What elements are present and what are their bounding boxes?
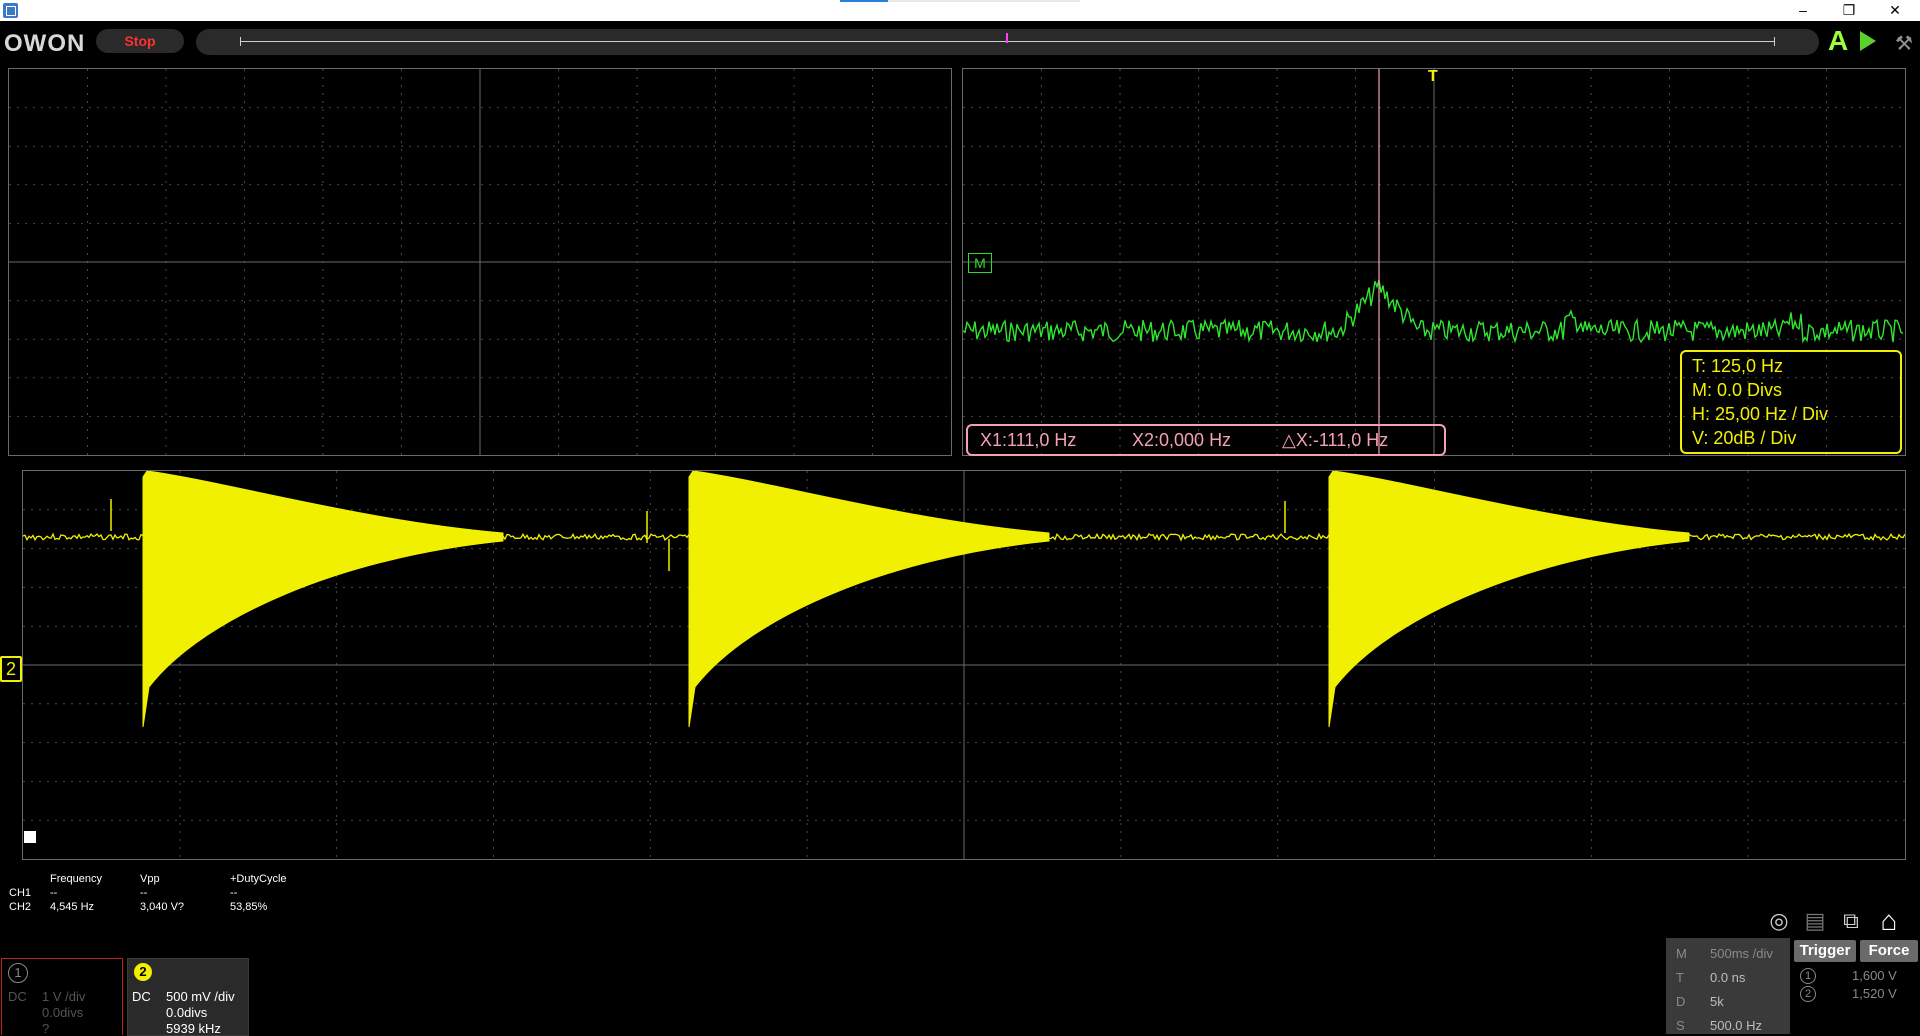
meas-ch1-label: CH1 [9,887,32,899]
fft-info-box: T: 125,0 Hz M: 0.0 Divs H: 25,00 Hz / Di… [1680,350,1902,454]
trigger-level2[interactable]: 1,520 V [1852,986,1897,1001]
fft-vscale: V: 20dB / Div [1692,428,1797,448]
play-icon[interactable] [1860,31,1876,51]
force-trigger-button[interactable]: Force [1860,940,1918,962]
meas-ch1-vpp: -- [140,887,148,899]
cursor-x1: X1:111,0 Hz [980,430,1077,450]
horizontal-m-label: M [1676,946,1687,961]
trigger-level1[interactable]: 1,600 V [1852,968,1897,983]
quick-icons: ◎ ▤ ⧉ ⌂ [1764,902,1920,940]
fft-trigger-marker[interactable]: T [1428,68,1438,86]
screenshot-icon[interactable]: ◎ [1764,906,1794,936]
trigger-position-marker[interactable] [24,831,36,843]
ch2-burst-3 [1328,471,1690,728]
save-icon[interactable]: ▤ [1800,906,1830,936]
xy-panel [8,68,952,456]
ch1-settings[interactable]: 1 DC 1 V /div 0.0divs ? [1,958,123,1036]
ch2-number-badge: 2 [134,963,152,981]
ch2-level-marker[interactable]: 2 [0,656,22,682]
restore-button[interactable]: ❐ [1826,0,1872,21]
ch2-offset: 0.0divs [166,1005,208,1020]
meas-header-frequency: Frequency [50,873,102,885]
ch2-coupling: DC [132,989,151,1004]
window-icon[interactable]: ⧉ [1836,906,1866,936]
ch1-coupling: DC [8,989,27,1004]
fft-trace [963,279,1904,344]
timeline-bar[interactable] [196,29,1819,55]
fft-hscale: H: 25,00 Hz / Div [1692,404,1829,424]
meas-header-duty: +DutyCycle [230,873,287,885]
trigger-settings: Trigger Force 1 1,600 V 2 1,520 V [1792,938,1920,1034]
ch1-offset: 0.0divs [42,1005,84,1020]
ch2-scale: 500 mV /div [166,989,235,1004]
trigger-level1-badge: 1 [1800,968,1816,984]
horizontal-samplerate[interactable]: 500.0 Hz [1710,1018,1762,1033]
waveform-panel [22,470,1906,860]
run-stop-button[interactable]: Stop [96,29,184,53]
measurement-table: Frequency Vpp +DutyCycle CH1 -- -- -- CH… [0,870,400,920]
horizontal-settings[interactable]: M 500ms /div T 0.0 ns D 5k S 500.0 Hz [1666,938,1790,1034]
title-tab-indicator [840,0,1080,2]
ch2-settings[interactable]: 2 DC 500 mV /div 0.0divs 5939 kHz [127,958,249,1036]
ch1-number-badge: 1 [8,963,28,983]
horizontal-d-label: D [1676,994,1686,1009]
math-marker[interactable]: M [968,253,992,273]
horizontal-depth[interactable]: 5k [1710,994,1724,1009]
owon-logo: OWON [4,30,86,57]
ch1-scale: 1 V /div [42,989,86,1004]
meas-ch2-label: CH2 [9,901,32,913]
trigger-button[interactable]: Trigger [1794,940,1856,962]
horizontal-t-label: T [1676,970,1684,985]
horizontal-delay[interactable]: 0.0 ns [1710,970,1745,985]
waveform-grid [23,471,1905,859]
fft-offset: M: 0.0 Divs [1692,380,1783,400]
close-button[interactable]: ✕ [1872,0,1918,21]
home-icon[interactable]: ⌂ [1874,906,1904,936]
wrench-icon[interactable]: ⚒ [1895,31,1913,56]
ch2-burst-2 [688,471,1050,728]
app-icon [3,3,18,18]
cursor-delta: △X:-111,0 Hz [1282,430,1389,450]
trigger-level2-badge: 2 [1800,986,1816,1002]
meas-ch2-frequency: 4,545 Hz [50,901,95,913]
xy-grid [9,69,951,455]
meas-ch1-frequency: -- [50,887,58,899]
timeline-position-marker[interactable] [1006,33,1008,43]
horizontal-s-label: S [1676,1018,1685,1033]
toolbar: OWON Stop A ⚒ [0,21,1920,62]
cursor-readout: X1:111,0 Hz X2:0,000 Hz △X:-111,0 Hz [966,424,1446,456]
minimize-button[interactable]: – [1780,0,1826,21]
fft-center: T: 125,0 Hz [1692,356,1784,376]
meas-ch1-duty: -- [230,887,238,899]
autoset-icon[interactable]: A [1828,25,1848,57]
meas-ch2-vpp: 3,040 V? [140,901,185,913]
cursor-x2: X2:0,000 Hz [1132,430,1232,450]
meas-ch2-duty: 53,85% [230,901,268,913]
window-titlebar: – ❐ ✕ [0,0,1920,21]
horizontal-timebase[interactable]: 500ms /div [1710,946,1773,961]
meas-header-vpp: Vpp [140,873,160,885]
